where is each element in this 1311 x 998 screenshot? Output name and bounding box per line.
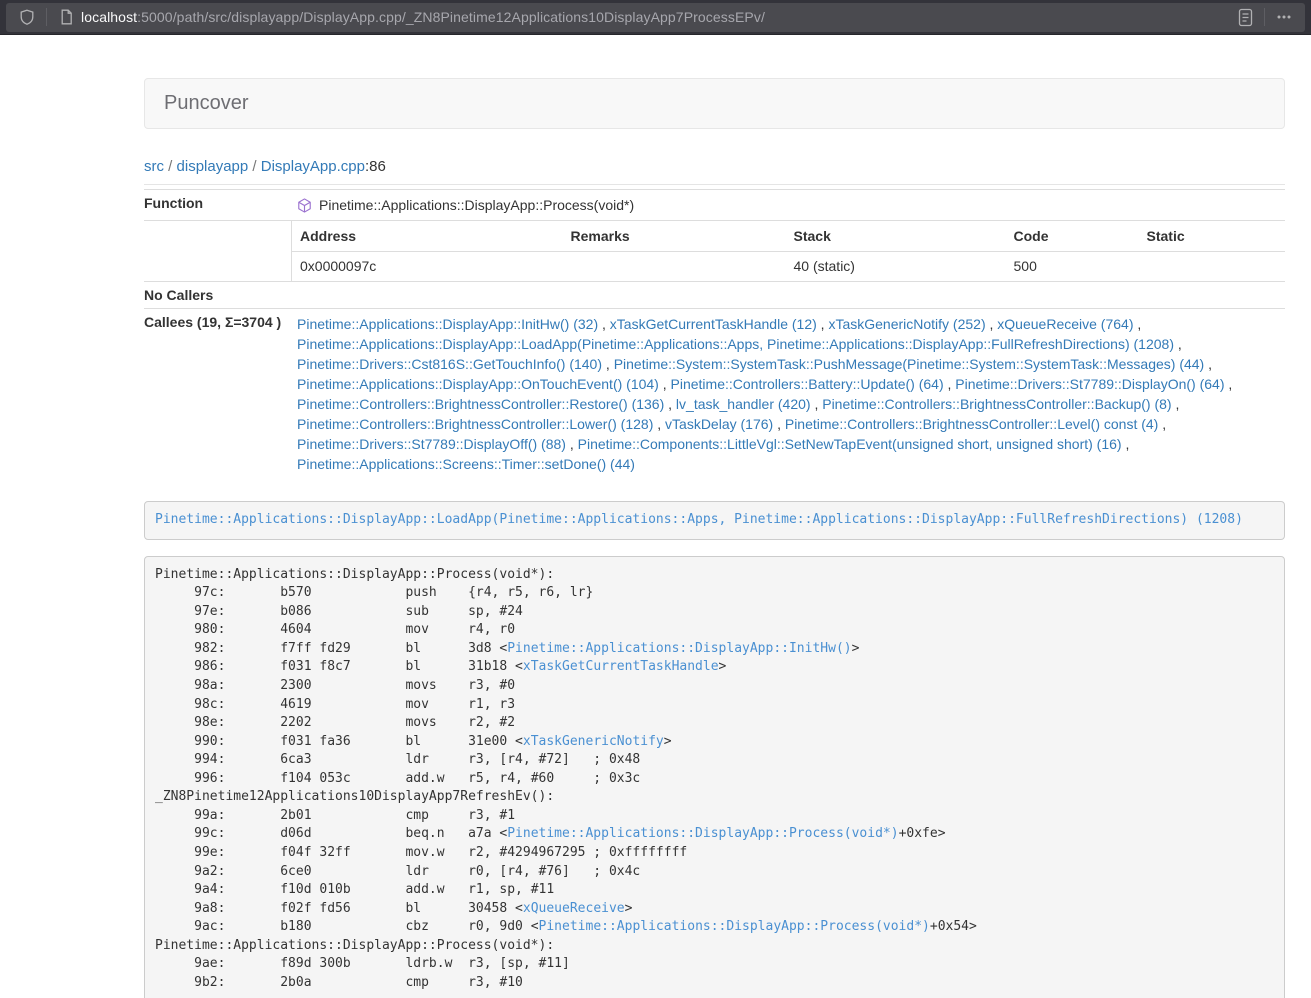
- stats-row: Address Remarks Stack Code Static 0x0000…: [144, 221, 1285, 282]
- callee-link[interactable]: Pinetime::Applications::DisplayApp::Load…: [297, 336, 1174, 352]
- loadapp-symbol-link[interactable]: Pinetime::Applications::DisplayApp::Load…: [155, 512, 1243, 527]
- disassembly: Pinetime::Applications::DisplayApp::Proc…: [144, 556, 1285, 998]
- column-address: Address: [292, 221, 563, 251]
- code-value: 500: [1006, 251, 1139, 281]
- breadcrumb-link[interactable]: DisplayApp.cpp: [261, 158, 365, 175]
- asm-symbol-link[interactable]: xTaskGetCurrentTaskHandle: [523, 659, 719, 674]
- highlighted-callee: Pinetime::Applications::DisplayApp::Load…: [144, 501, 1285, 540]
- asm-symbol-link[interactable]: xQueueReceive: [523, 901, 625, 916]
- callees-list: Pinetime::Applications::DisplayApp::Init…: [291, 309, 1285, 479]
- column-remarks: Remarks: [563, 221, 786, 251]
- breadcrumb-line-number: :86: [365, 158, 386, 175]
- no-callers-row: No Callers: [144, 282, 1285, 309]
- callee-link[interactable]: xTaskGetCurrentTaskHandle (12): [610, 316, 817, 332]
- callee-link[interactable]: Pinetime::Controllers::Battery::Update()…: [671, 376, 944, 392]
- callee-link[interactable]: Pinetime::Applications::Screens::Timer::…: [297, 456, 635, 472]
- toolbar-divider: [46, 8, 47, 26]
- column-stack: Stack: [786, 221, 1006, 251]
- browser-toolbar: localhost:5000/path/src/displayapp/Displ…: [0, 0, 1311, 35]
- reader-mode-icon[interactable]: [1234, 6, 1256, 28]
- url-bar[interactable]: localhost:5000/path/src/displayapp/Displ…: [6, 3, 1305, 32]
- asm-symbol-link[interactable]: Pinetime::Applications::DisplayApp::Init…: [507, 641, 851, 656]
- divider: [144, 184, 1285, 185]
- function-table: Function Pinetime::Applications::Display…: [144, 189, 1285, 479]
- function-name: Pinetime::Applications::DisplayApp::Proc…: [319, 197, 634, 213]
- asm-symbol-link[interactable]: xTaskGenericNotify: [523, 734, 664, 749]
- breadcrumb: src / displayapp / DisplayApp.cpp:86: [144, 158, 1285, 175]
- stats-value-row: 0x0000097c 40 (static) 500: [292, 251, 1286, 281]
- tracking-protection-shield-icon[interactable]: [16, 6, 38, 28]
- column-code: Code: [1006, 221, 1139, 251]
- stats-table: Address Remarks Stack Code Static 0x0000…: [291, 221, 1285, 281]
- page-info-icon[interactable]: [55, 6, 77, 28]
- callee-link[interactable]: vTaskDelay (176): [665, 416, 773, 432]
- page-actions-menu-icon[interactable]: [1273, 6, 1295, 28]
- remarks-value: [563, 251, 786, 281]
- callees-label: Callees (19, Σ=3704 ): [144, 309, 291, 480]
- breadcrumb-link[interactable]: displayapp: [177, 158, 249, 175]
- callee-link[interactable]: Pinetime::System::SystemTask::PushMessag…: [614, 356, 1205, 372]
- callee-link[interactable]: Pinetime::Controllers::BrightnessControl…: [297, 416, 653, 432]
- app-title[interactable]: Puncover: [164, 92, 249, 114]
- callee-link[interactable]: Pinetime::Applications::DisplayApp::Init…: [297, 316, 598, 332]
- url-text[interactable]: localhost:5000/path/src/displayapp/Displ…: [81, 9, 1234, 25]
- address-value: 0x0000097c: [292, 251, 563, 281]
- symbol-cube-icon: [297, 198, 312, 213]
- toolbar-divider: [1264, 8, 1265, 26]
- url-host: localhost: [81, 9, 137, 25]
- function-row: Function Pinetime::Applications::Display…: [144, 190, 1285, 221]
- callee-link[interactable]: lv_task_handler (420): [676, 396, 811, 412]
- no-callers-label: No Callers: [144, 282, 291, 309]
- asm-symbol-link[interactable]: Pinetime::Applications::DisplayApp::Proc…: [507, 826, 898, 841]
- column-static: Static: [1139, 221, 1286, 251]
- callees-row: Callees (19, Σ=3704 ) Pinetime::Applicat…: [144, 309, 1285, 480]
- stats-header-row: Address Remarks Stack Code Static: [292, 221, 1286, 251]
- breadcrumb-link[interactable]: src: [144, 158, 164, 175]
- callee-link[interactable]: Pinetime::Drivers::St7789::DisplayOff() …: [297, 436, 566, 452]
- asm-symbol-link[interactable]: Pinetime::Applications::DisplayApp::Proc…: [539, 919, 930, 934]
- url-path: :5000/path/src/displayapp/DisplayApp.cpp…: [137, 9, 765, 25]
- callee-link[interactable]: xTaskGenericNotify (252): [828, 316, 985, 332]
- stack-value: 40 (static): [786, 251, 1006, 281]
- callee-link[interactable]: Pinetime::Drivers::St7789::DisplayOn() (…: [955, 376, 1224, 392]
- callee-link[interactable]: xQueueReceive (764): [997, 316, 1133, 332]
- callee-link[interactable]: Pinetime::Controllers::BrightnessControl…: [785, 416, 1158, 432]
- static-value: [1139, 251, 1286, 281]
- page-content: Puncover src / displayapp / DisplayApp.c…: [144, 78, 1285, 998]
- callee-link[interactable]: Pinetime::Drivers::Cst816S::GetTouchInfo…: [297, 356, 602, 372]
- callee-link[interactable]: Pinetime::Controllers::BrightnessControl…: [822, 396, 1171, 412]
- callee-link[interactable]: Pinetime::Components::LittleVgl::SetNewT…: [578, 436, 1122, 452]
- callee-link[interactable]: Pinetime::Applications::DisplayApp::OnTo…: [297, 376, 659, 392]
- function-label: Function: [144, 190, 291, 221]
- callee-link[interactable]: Pinetime::Controllers::BrightnessControl…: [297, 396, 664, 412]
- app-header: Puncover: [144, 78, 1285, 129]
